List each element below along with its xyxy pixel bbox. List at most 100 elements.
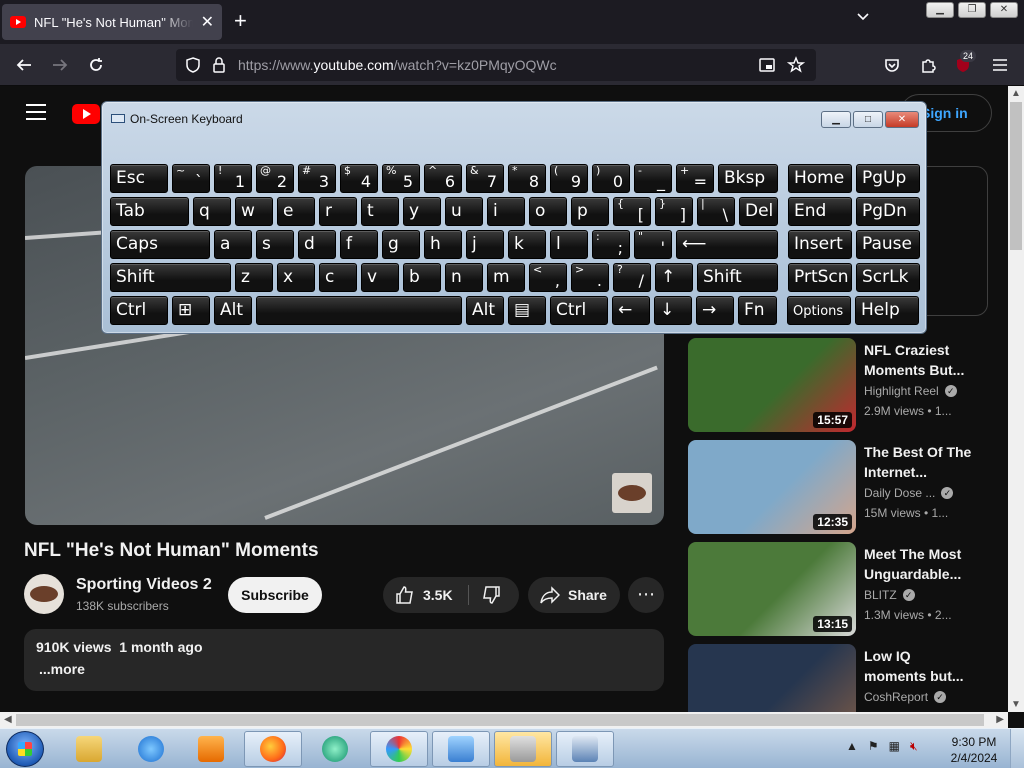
osk-key-alt[interactable]: Alt [466,296,504,325]
osk-key-x[interactable]: x [277,263,315,292]
osk-key-symbol[interactable]: + = [676,164,714,193]
vertical-scrollbar[interactable]: ▲ ▼ [1008,86,1024,712]
osk-key-space[interactable] [256,296,462,325]
osk-key-f[interactable]: f [340,230,378,259]
osk-key-pause[interactable]: Pause [856,230,920,259]
osk-key-tab[interactable]: Tab [110,197,189,226]
osk-key-prtscn[interactable]: PrtScn [788,263,852,292]
osk-key-scrlk[interactable]: ScrLk [856,263,920,292]
osk-key-r[interactable]: r [319,197,357,226]
osk-key-fn[interactable]: Fn [738,296,777,325]
channel-avatar[interactable] [24,574,64,614]
osk-key-symbol[interactable]: → [696,296,734,325]
osk-maximize-button[interactable]: □ [853,111,883,128]
osk-key-insert[interactable]: Insert [788,230,852,259]
suggested-video-thumbnail[interactable]: 12:35 [688,440,856,534]
osk-key-t[interactable]: t [361,197,399,226]
osk-key-shift[interactable]: Shift [110,263,231,292]
suggested-video-channel[interactable]: CoshReport ✓ [864,690,947,704]
taskbar-file-cabinet[interactable] [494,731,552,767]
show-hidden-icons-icon[interactable]: ▲ [846,739,858,754]
osk-key-symbol[interactable]: ~ ` [172,164,210,193]
taskbar-internet-explorer[interactable] [122,731,180,767]
window-restore-button[interactable]: ❐ [958,2,986,18]
osk-key-symbol[interactable]: " ' [634,230,672,259]
vertical-scroll-thumb[interactable] [1010,102,1022,250]
horizontal-scroll-thumb[interactable] [16,714,984,726]
share-button[interactable]: Share [528,577,620,613]
osk-key-end[interactable]: End [788,197,852,226]
suggested-video[interactable]: 12:35 The Best Of The Internet... Daily Do… [688,440,988,534]
osk-key-symbol[interactable]: | \ [697,197,735,226]
osk-key-4[interactable]: $4 [340,164,378,193]
osk-key-symbol[interactable]: :; [592,230,630,259]
taskbar-firefox[interactable] [244,731,302,767]
osk-key-pgdn[interactable]: PgDn [856,197,920,226]
network-icon[interactable]: ▦ [889,739,900,754]
osk-key-y[interactable]: y [403,197,441,226]
start-button[interactable] [6,731,44,767]
browser-tab-active[interactable]: NFL "He's Not Human" Moments ✕ [2,4,222,40]
osk-key-symbol[interactable]: - _ [634,164,672,193]
osk-key-options[interactable]: Options [787,296,851,325]
osk-key-3[interactable]: #3 [298,164,336,193]
suggested-video[interactable]: 15:57 NFL Craziest Moments But... Highligh… [688,338,988,432]
taskbar-clock[interactable]: 9:30 PM 2/4/2024 [944,734,1004,766]
padlock-icon[interactable] [210,56,228,74]
youtube-logo-icon[interactable] [72,104,100,124]
osk-key-9[interactable]: (9 [550,164,588,193]
reload-icon[interactable] [87,56,105,74]
osk-key-symbol[interactable]: ⊞ [172,296,210,325]
channel-watermark-icon[interactable] [612,473,652,513]
osk-key-k[interactable]: k [508,230,546,259]
osk-key-2[interactable]: @2 [256,164,294,193]
osk-key-bksp[interactable]: Bksp [718,164,778,193]
scroll-up-arrow-icon[interactable]: ▲ [1011,88,1021,99]
osk-key-8[interactable]: * 8 [508,164,546,193]
address-bar[interactable]: https://www.youtube.com/watch?v=kz0PMqyO… [176,49,816,81]
taskbar-paint[interactable] [370,731,428,767]
osk-key-pgup[interactable]: PgUp [856,164,920,193]
suggested-video-thumbnail[interactable]: 15:57 [688,338,856,432]
osk-key-caps[interactable]: Caps [110,230,210,259]
osk-close-button[interactable]: ✕ [885,111,919,128]
osk-key-del[interactable]: Del [739,197,778,226]
horizontal-scrollbar[interactable]: ◀ ▶ [0,712,1008,728]
suggested-video-channel[interactable]: BLITZ ✓ [864,588,915,602]
volume-muted-icon[interactable]: 🔇︎ [910,739,918,754]
taskbar-control-panel[interactable] [432,731,490,767]
osk-key-a[interactable]: a [214,230,252,259]
osk-key-ctrl[interactable]: Ctrl [550,296,608,325]
extensions-puzzle-icon[interactable] [919,56,937,74]
forward-arrow-icon[interactable] [51,56,69,74]
more-actions-icon[interactable]: ⋯ [628,577,664,613]
osk-key-p[interactable]: p [571,197,609,226]
osk-key-c[interactable]: c [319,263,357,292]
suggested-video-channel[interactable]: Highlight Reel ✓ [864,384,957,398]
list-all-tabs-chevron-icon[interactable] [856,10,870,24]
osk-key-home[interactable]: Home [788,164,852,193]
on-screen-keyboard-window[interactable]: On-Screen Keyboard ▁ □ ✕ Esc ~ `! 1 @2 #3 $4% 5… [101,101,927,334]
osk-key-symbol[interactable]: ? / [613,263,651,292]
osk-minimize-button[interactable]: ▁ [821,111,851,128]
suggested-video-title[interactable]: NFL Craziest Moments But... [864,340,974,380]
osk-key-esc[interactable]: Esc [110,164,168,193]
osk-key-w[interactable]: w [235,197,273,226]
new-tab-plus-icon[interactable]: + [234,8,247,34]
scroll-right-arrow-icon[interactable]: ▶ [996,714,1004,725]
suggested-video-title[interactable]: Meet The Most Unguardable... [864,544,974,584]
back-arrow-icon[interactable] [15,56,33,74]
suggested-video-channel[interactable]: Daily Dose ... ✓ [864,486,954,500]
description-box[interactable]: 910K views 1 month ago ...more [24,629,664,691]
osk-key-z[interactable]: z [235,263,273,292]
channel-name[interactable]: Sporting Videos 2 [76,576,212,594]
scroll-left-arrow-icon[interactable]: ◀ [4,714,12,725]
window-close-button[interactable]: ✕ [990,2,1018,18]
thumbs-up-icon[interactable] [395,585,415,605]
osk-key-shift[interactable]: Shift [697,263,778,292]
taskbar-on-screen-keyboard[interactable] [556,731,614,767]
taskbar-explorer[interactable] [60,731,118,767]
osk-key-d[interactable]: d [298,230,336,259]
osk-key-j[interactable]: j [466,230,504,259]
osk-key-symbol[interactable]: ← [612,296,650,325]
